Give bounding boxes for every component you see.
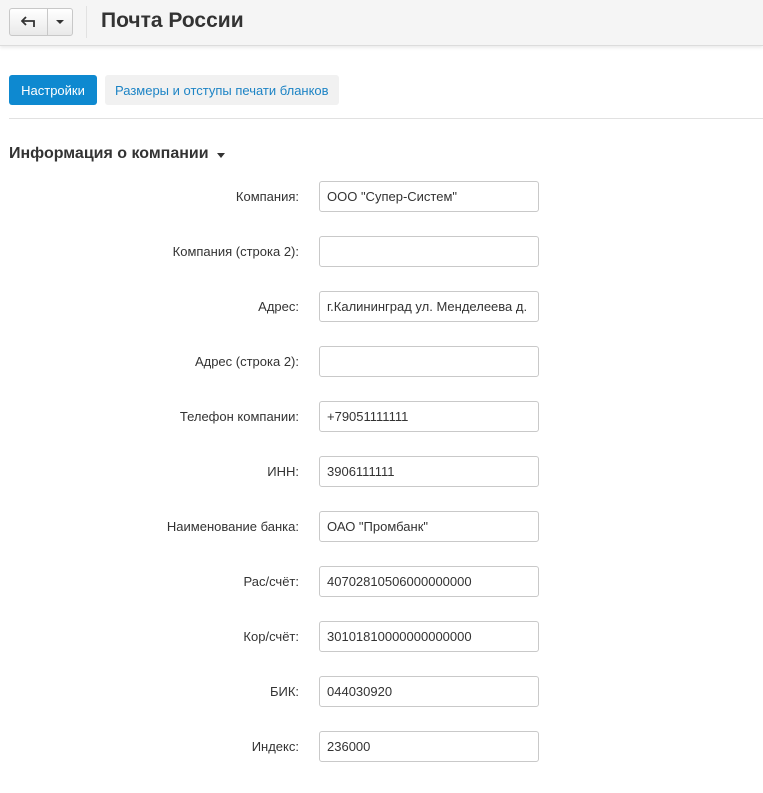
- page-title: Почта России: [101, 9, 244, 32]
- tab-print-margins[interactable]: Размеры и отступы печати бланков: [105, 75, 339, 105]
- form-row-bik: БИК:: [0, 676, 763, 707]
- inn-label: ИНН:: [267, 464, 299, 479]
- company-input[interactable]: [319, 181, 539, 212]
- tab-settings[interactable]: Настройки: [9, 75, 97, 105]
- form-row-bank-name: Наименование банка:: [0, 511, 763, 542]
- form-row-address-2: Адрес (строка 2):: [0, 346, 763, 377]
- phone-input[interactable]: [319, 401, 539, 432]
- top-toolbar: Почта России: [0, 0, 763, 46]
- toolbar-divider: [86, 6, 87, 38]
- form-row-phone: Телефон компании:: [0, 401, 763, 432]
- back-arrow-icon: [20, 16, 35, 27]
- bank-name-input[interactable]: [319, 511, 539, 542]
- company-2-label: Компания (строка 2):: [172, 244, 299, 259]
- company-label: Компания:: [235, 189, 299, 204]
- divider: [9, 118, 763, 119]
- back-button-group: [9, 8, 73, 36]
- form-row-inn: ИНН:: [0, 456, 763, 487]
- form-row-company-2: Компания (строка 2):: [0, 236, 763, 267]
- form-row-address: Адрес:: [0, 291, 763, 322]
- form-row-company: Компания:: [0, 181, 763, 212]
- account-label: Рас/счёт:: [243, 574, 299, 589]
- form-row-account: Рас/счёт:: [0, 566, 763, 597]
- bik-input[interactable]: [319, 676, 539, 707]
- section-title: Информация о компании: [9, 145, 209, 162]
- inn-input[interactable]: [319, 456, 539, 487]
- corr-account-label: Кор/счёт:: [243, 629, 299, 644]
- address-2-input[interactable]: [319, 346, 539, 377]
- account-input[interactable]: [319, 566, 539, 597]
- bik-label: БИК:: [269, 684, 299, 699]
- address-label: Адрес:: [258, 299, 299, 314]
- address-input[interactable]: [319, 291, 539, 322]
- tabs: Настройки Размеры и отступы печати бланк…: [9, 75, 339, 105]
- postcode-input[interactable]: [319, 731, 539, 762]
- form-row-postcode: Индекс:: [0, 731, 763, 762]
- corr-account-input[interactable]: [319, 621, 539, 652]
- caret-down-icon: [216, 152, 225, 158]
- back-button[interactable]: [10, 9, 48, 35]
- bank-name-label: Наименование банка:: [166, 519, 299, 534]
- section-header-company-info[interactable]: Информация о компании: [9, 145, 225, 163]
- caret-down-icon: [56, 20, 64, 24]
- company-2-input[interactable]: [319, 236, 539, 267]
- address-2-label: Адрес (строка 2):: [194, 354, 299, 369]
- form-row-corr-account: Кор/счёт:: [0, 621, 763, 652]
- postcode-label: Индекс:: [251, 739, 299, 754]
- phone-label: Телефон компании:: [179, 409, 299, 424]
- back-dropdown-button[interactable]: [48, 9, 72, 35]
